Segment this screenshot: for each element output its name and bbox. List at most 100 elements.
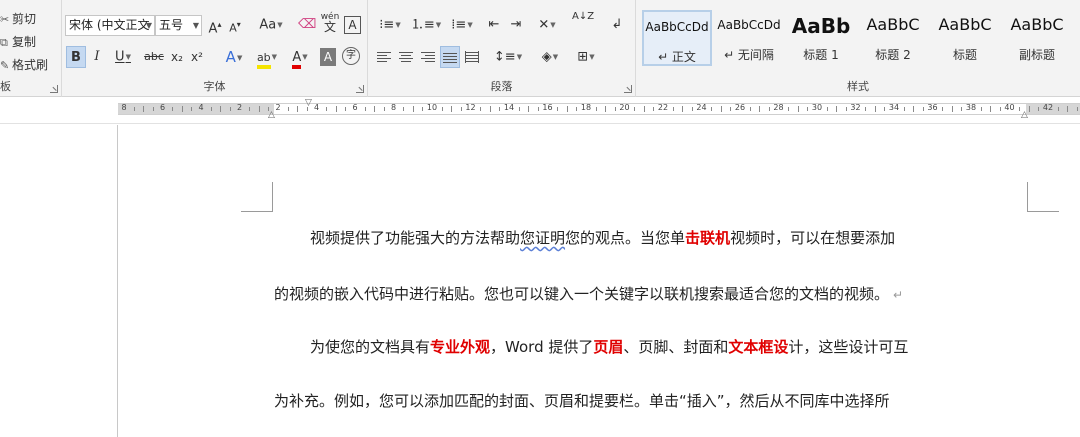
ruler-number: 36 [927, 103, 938, 112]
font-group-label: 字体 [203, 80, 226, 93]
styles-group: AaBbCcDd ↵ 正文 AaBbCcDd ↵ 无间隔 AaBb 标题 1 A… [636, 0, 1080, 97]
change-case-button[interactable]: Aa▼ [256, 14, 286, 36]
align-center-button[interactable] [396, 46, 416, 68]
ruler-tick [634, 107, 636, 111]
change-case-icon: Aa [259, 17, 277, 33]
character-border-button[interactable]: A [344, 16, 361, 34]
phonetic-bottom: 文 [323, 20, 336, 34]
style-heading-1[interactable]: AaBb 标题 1 [786, 10, 856, 66]
bold-button[interactable]: B [66, 46, 86, 68]
format-painter-button[interactable]: ✎ 格式刷 [0, 56, 48, 74]
underline-button[interactable]: U▼ [109, 46, 137, 68]
paragraph-mark-icon: ↵ [893, 288, 904, 302]
enclose-characters-button[interactable]: 字 [342, 47, 360, 65]
subscript-button[interactable]: x₂ [168, 46, 186, 68]
clipboard-launcher-icon[interactable] [50, 85, 58, 93]
grow-font-button[interactable]: A▴ [206, 14, 224, 36]
ruler-tick [181, 106, 183, 112]
font-launcher-icon[interactable] [356, 85, 364, 93]
horizontal-ruler[interactable]: 8 6 4 2 2 4 6 8 10 12 14 16 18 20 22 24 26 28 30 32 34 36 38 40… [0, 97, 1080, 124]
multilevel-list-button[interactable]: ⁞≡▼ [446, 14, 478, 36]
highlight-button[interactable]: ab▼ [252, 46, 282, 69]
shading-button[interactable]: ◈▼ [534, 46, 566, 68]
clear-format-button[interactable]: ⌫ [298, 14, 316, 36]
style-title[interactable]: AaBbC 标题 [930, 10, 1000, 66]
ruler-tick [403, 107, 405, 111]
right-indent-marker[interactable]: △ [1021, 111, 1028, 120]
document-area[interactable]: 视频提供了功能强大的方法帮助您证明您的观点。当您单击联机视频时，可以在想要添加 … [0, 125, 1080, 437]
decrease-indent-button[interactable]: ⇤ [484, 14, 504, 36]
paragraph-group: ⁝≡▼ ⒈≡▼ ⁞≡▼ ⇤ ⇥ ✕▼ A↓Z ↲ ↕≡▼ ◈▼ ⊞▼ 段落 [368, 0, 636, 97]
italic-button[interactable]: I [89, 46, 105, 68]
superscript-icon: x² [191, 50, 203, 64]
margin-corner-right [1027, 182, 1059, 212]
emphasis-text-run: 击联机 [685, 229, 731, 247]
style-normal[interactable]: AaBbCcDd ↵ 正文 [642, 10, 712, 66]
font-name-combo[interactable]: 宋体 (中文正文 ▼ [65, 15, 155, 36]
copy-button[interactable]: ⧉ 复制 [0, 33, 36, 51]
ruler-tick [258, 106, 260, 112]
chinese-layout-button[interactable]: ✕▼ [532, 14, 562, 36]
first-line-indent-marker[interactable]: ▽ [305, 99, 312, 108]
numbering-button[interactable]: ⒈≡▼ [410, 14, 442, 36]
paragraph-launcher-icon[interactable] [624, 85, 632, 93]
text-run: 、页脚、封面和 [623, 338, 729, 356]
justify-icon [443, 52, 457, 64]
align-right-button[interactable] [418, 46, 438, 68]
character-shading-button[interactable]: A [320, 48, 336, 66]
distributed-button[interactable] [462, 46, 482, 68]
ruler-number: 4 [313, 103, 320, 112]
document-line-4: 为补充。例如，您可以添加匹配的封面、页眉和提要栏。单击“插入”，然后从不同库中选… [274, 390, 1026, 412]
ruler-tick [643, 106, 645, 112]
ruler-tick [836, 106, 838, 112]
text-effects-button[interactable]: A▼ [220, 46, 248, 68]
ruler-tick [326, 107, 328, 111]
ruler-tick [220, 106, 222, 112]
ruler-tick [229, 107, 231, 111]
font-size-combo[interactable]: 五号 ▼ [155, 15, 202, 36]
styles-group-label: 样式 [847, 80, 869, 93]
chevron-down-icon: ▼ [192, 21, 199, 30]
shrink-font-button[interactable]: A▾ [226, 14, 244, 36]
superscript-button[interactable]: x² [188, 46, 206, 68]
cut-button[interactable]: ✂ 剪切 [0, 10, 36, 28]
style-sample: AaBbC [866, 15, 920, 34]
style-name: 标题 1 [803, 48, 839, 62]
ruler-tick [460, 107, 462, 111]
ruler-tick [1028, 106, 1030, 112]
font-name-value: 宋体 (中文正文 [69, 18, 150, 32]
phonetic-guide-button[interactable]: wén 文 [320, 12, 340, 34]
ruler-tick [759, 106, 761, 112]
ruler-tick [672, 107, 674, 111]
strikethrough-button[interactable]: abc [142, 46, 166, 68]
style-name: 标题 2 [875, 48, 911, 62]
line-spacing-button[interactable]: ↕≡▼ [492, 46, 524, 68]
hanging-indent-marker[interactable]: △ [268, 111, 275, 120]
ruler-tick [980, 107, 982, 111]
text-run: 的视频的嵌入代码中进行粘贴。您也可以键入一个关键字以联机搜索最适合您的文档的视频… [274, 285, 890, 303]
ruler-tick [576, 107, 578, 111]
ruler-tick [1019, 107, 1021, 111]
ruler-tick [422, 107, 424, 111]
ruler-number: 42 [1042, 103, 1054, 112]
sort-button[interactable]: A↓Z [572, 12, 594, 34]
ruler-number: 12 [465, 103, 476, 112]
text-run: 您的观点。当您单 [565, 229, 686, 247]
increase-indent-button[interactable]: ⇥ [506, 14, 526, 36]
underline-icon: U [115, 49, 125, 65]
align-left-button[interactable] [374, 46, 394, 68]
ruler-tick [412, 106, 414, 112]
style-heading-2[interactable]: AaBbC 标题 2 [858, 10, 928, 66]
show-marks-button[interactable]: ↲ [608, 14, 626, 36]
bullets-button[interactable]: ⁝≡▼ [374, 14, 406, 36]
emphasis-text-run: 专业外观 [430, 338, 491, 356]
borders-button[interactable]: ⊞▼ [570, 46, 602, 68]
ruler-number: 24 [696, 103, 707, 112]
ruler-number: 28 [773, 103, 784, 112]
justify-button[interactable] [440, 46, 460, 68]
ruler-tick [768, 107, 770, 111]
font-color-button[interactable]: A▼ [286, 46, 314, 69]
style-no-spacing[interactable]: AaBbCcDd ↵ 无间隔 [714, 10, 784, 66]
ruler-tick [451, 106, 453, 112]
style-subtitle[interactable]: AaBbC 副标题 [1002, 10, 1072, 66]
